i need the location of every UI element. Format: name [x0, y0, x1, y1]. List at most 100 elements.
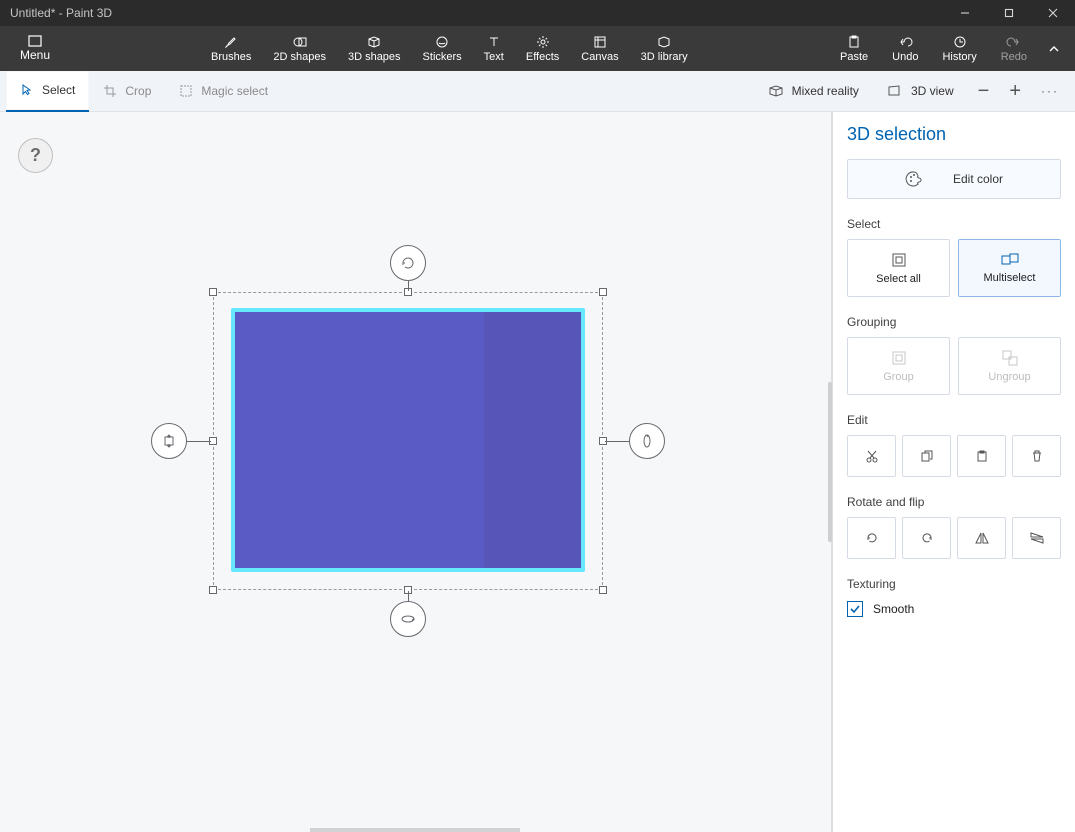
more-options-button[interactable]: ··· [1031, 71, 1069, 112]
3d-selection-box[interactable] [213, 292, 603, 590]
panel-title: 3D selection [847, 124, 1061, 145]
close-button[interactable] [1031, 0, 1075, 26]
zoom-in-button[interactable]: + [999, 71, 1031, 112]
help-button[interactable]: ? [18, 138, 53, 173]
properties-panel: 3D selection Edit color Select Select al… [832, 112, 1075, 832]
zoom-out-button[interactable]: − [968, 71, 1000, 112]
select-all-label: Select all [876, 273, 921, 285]
3d-shapes-tab[interactable]: 3D shapes [337, 26, 412, 71]
library-icon [656, 34, 672, 50]
mixed-reality-icon [768, 84, 784, 98]
group-label: Group [883, 371, 914, 383]
resize-handle-br[interactable] [599, 586, 607, 594]
grouping-section-label: Grouping [847, 315, 1061, 329]
3d-view-button[interactable]: 3D view [873, 71, 968, 112]
text-label: Text [484, 51, 504, 63]
undo-button[interactable]: Undo [880, 26, 930, 71]
delete-button[interactable] [1012, 435, 1061, 477]
undo-label: Undo [892, 51, 918, 63]
paste-icon [975, 449, 989, 463]
rotate-y-icon [399, 613, 417, 625]
ribbon-right: Paste Undo History Redo [828, 26, 1069, 71]
mixed-reality-button[interactable]: Mixed reality [754, 71, 873, 112]
zoom-slider-track[interactable] [310, 828, 520, 832]
depth-handle[interactable] [151, 423, 187, 459]
select-section-label: Select [847, 217, 1061, 231]
select-all-button[interactable]: Select all [847, 239, 950, 297]
rotate-ccw-icon [864, 530, 880, 546]
menu-icon [27, 35, 43, 47]
magic-select-label: Magic select [201, 84, 268, 98]
copy-button[interactable] [902, 435, 951, 477]
crop-tool[interactable]: Crop [89, 71, 165, 112]
2d-shapes-tab[interactable]: 2D shapes [262, 26, 337, 71]
undo-icon [897, 34, 913, 50]
selection-outline [213, 292, 603, 590]
canvas-area[interactable]: ? [0, 112, 832, 832]
depth-icon [161, 433, 177, 449]
crop-label: Crop [125, 84, 151, 98]
window-controls [943, 0, 1075, 26]
flip-horizontal-button[interactable] [957, 517, 1006, 559]
redo-button[interactable]: Redo [989, 26, 1039, 71]
3d-view-label: 3D view [911, 84, 954, 98]
3d-shapes-label: 3D shapes [348, 51, 401, 63]
menu-button[interactable]: Menu [0, 26, 70, 71]
check-icon [847, 601, 863, 617]
minimize-button[interactable] [943, 0, 987, 26]
cut-button[interactable] [847, 435, 896, 477]
magic-select-tool[interactable]: Magic select [165, 71, 282, 112]
resize-handle-bl[interactable] [209, 586, 217, 594]
canvas-tab[interactable]: Canvas [570, 26, 629, 71]
select-all-icon [891, 252, 907, 268]
history-button[interactable]: History [930, 26, 988, 71]
main-area: ? [0, 112, 1075, 832]
rotate-section-label: Rotate and flip [847, 495, 1061, 509]
library-label: 3D library [641, 51, 688, 63]
rotate-cw-button[interactable] [902, 517, 951, 559]
smooth-checkbox[interactable]: Smooth [847, 601, 1061, 617]
canvas-label: Canvas [581, 51, 618, 63]
edit-color-button[interactable]: Edit color [847, 159, 1061, 199]
select-label: Select [42, 83, 75, 97]
ungroup-icon [1002, 350, 1018, 366]
text-tab[interactable]: Text [473, 26, 515, 71]
2d-shapes-icon [292, 34, 308, 50]
3d-view-icon [887, 84, 903, 98]
group-button[interactable]: Group [847, 337, 950, 395]
chevron-up-icon [1047, 42, 1061, 56]
maximize-button[interactable] [987, 0, 1031, 26]
rotate-ccw-button[interactable] [847, 517, 896, 559]
flip-vertical-button[interactable] [1012, 517, 1061, 559]
multiselect-label: Multiselect [984, 272, 1036, 284]
select-tool[interactable]: Select [6, 71, 89, 112]
ribbon-expand-button[interactable] [1039, 26, 1069, 71]
redo-icon [1006, 34, 1022, 50]
canvas-scrollbar[interactable] [828, 382, 832, 542]
brushes-label: Brushes [211, 51, 251, 63]
resize-handle-tl[interactable] [209, 288, 217, 296]
effects-tab[interactable]: Effects [515, 26, 570, 71]
paste-button[interactable]: Paste [828, 26, 880, 71]
multiselect-button[interactable]: Multiselect [958, 239, 1061, 297]
3d-library-tab[interactable]: 3D library [630, 26, 699, 71]
brushes-tab[interactable]: Brushes [200, 26, 262, 71]
texturing-section-label: Texturing [847, 577, 1061, 591]
stickers-label: Stickers [423, 51, 462, 63]
pointer-icon [20, 83, 34, 97]
edit-section-label: Edit [847, 413, 1061, 427]
sub-toolbar: Select Crop Magic select Mixed reality 3… [0, 71, 1075, 112]
history-icon [952, 34, 968, 50]
palette-icon [905, 170, 923, 188]
crop-icon [103, 84, 117, 98]
title-bar: Untitled* - Paint 3D [0, 0, 1075, 26]
rotate-z-handle[interactable] [390, 245, 426, 281]
paste-panel-button[interactable] [957, 435, 1006, 477]
ungroup-button[interactable]: Ungroup [958, 337, 1061, 395]
stickers-tab[interactable]: Stickers [412, 26, 473, 71]
ungroup-label: Ungroup [988, 371, 1030, 383]
resize-handle-tr[interactable] [599, 288, 607, 296]
rotate-y-handle[interactable] [390, 601, 426, 637]
rotate-x-handle[interactable] [629, 423, 665, 459]
menu-label: Menu [20, 48, 50, 62]
